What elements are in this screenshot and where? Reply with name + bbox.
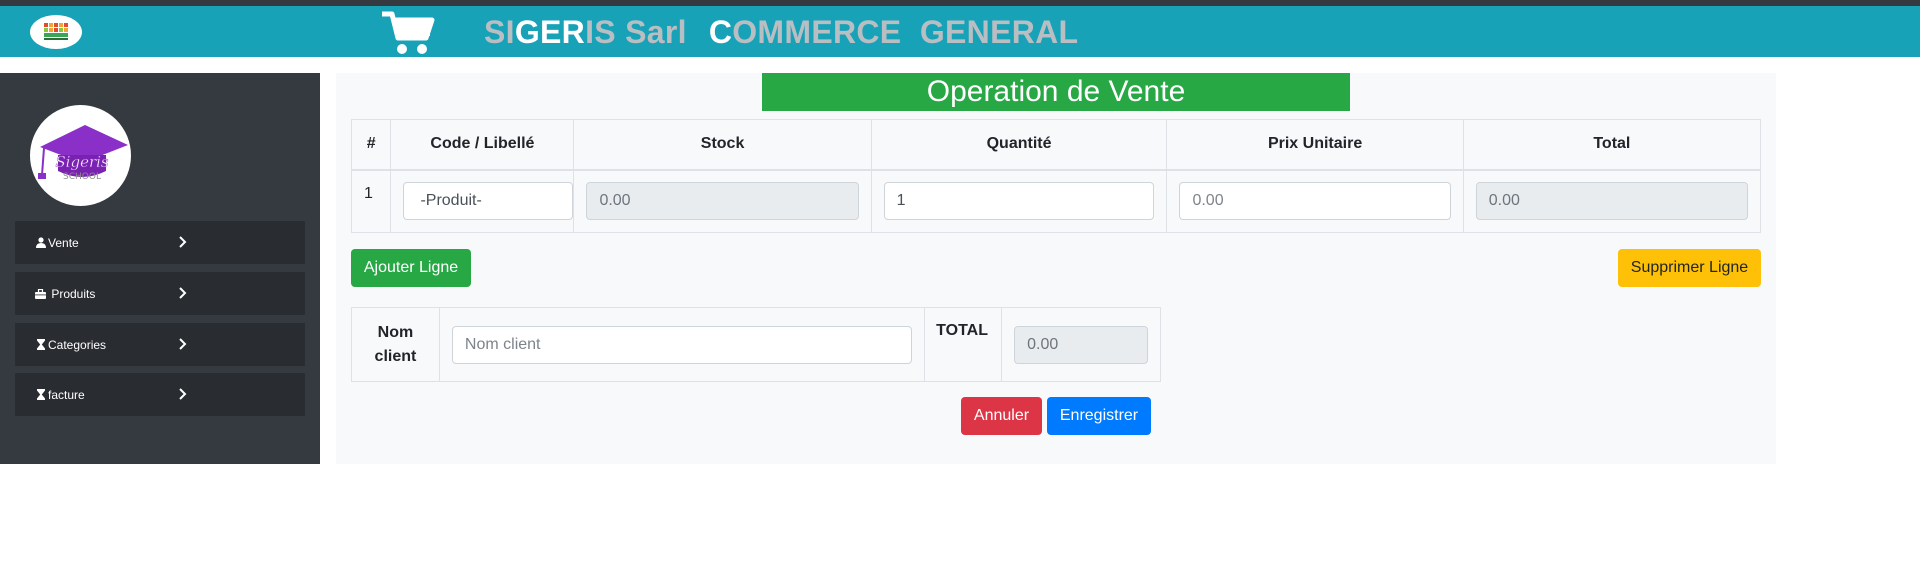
total-label: TOTAL — [924, 307, 1003, 382]
col-header-code: Code / Libellé — [390, 119, 575, 171]
chevron-right-icon — [175, 286, 189, 300]
line-total-field: 0.00 — [1475, 182, 1748, 221]
client-label: Nom — [377, 323, 414, 341]
shopping-cart-icon — [380, 10, 436, 56]
sidebar-item-facture[interactable]: facture — [15, 373, 305, 416]
sigeris-logo-icon[interactable] — [30, 15, 82, 49]
quantite-input[interactable]: 1 — [883, 182, 1155, 221]
hourglass-icon — [35, 389, 46, 400]
briefcase-icon — [35, 288, 46, 299]
stock-cell: 0.00 — [573, 169, 872, 233]
client-label-cell: Nom client — [351, 307, 440, 382]
brand-part: IS Sarl — [585, 14, 687, 50]
table-row: 1 -Produit- 0.00 1 0.00 0.00 — [350, 169, 1762, 233]
quantite-cell: 1 — [870, 169, 1168, 233]
brand-part: C — [708, 14, 733, 50]
stock-field: 0.00 — [586, 182, 859, 221]
user-icon — [35, 237, 46, 248]
save-button[interactable]: Enregistrer — [1047, 397, 1151, 435]
prix-cell: 0.00 — [1166, 169, 1464, 233]
page-title: Operation de Vente — [762, 73, 1350, 111]
chevron-right-icon — [175, 337, 189, 351]
client-input-cell: Nom client — [438, 307, 926, 382]
hourglass-icon — [35, 339, 46, 350]
sidebar-item-label: Categories — [48, 337, 107, 352]
grand-total-cell: 0.00 — [1001, 307, 1161, 382]
client-label: client — [374, 347, 417, 365]
grand-total-field: 0.00 — [1014, 325, 1148, 364]
cancel-button[interactable]: Annuler — [961, 397, 1042, 435]
sidebar-item-vente[interactable]: Vente — [15, 221, 305, 264]
delete-line-button[interactable]: Supprimer Ligne — [1618, 249, 1761, 287]
chevron-right-icon — [175, 387, 189, 401]
sidebar-item-label: facture — [48, 387, 85, 402]
sidebar-item-categories[interactable]: Categories — [15, 323, 305, 366]
product-cell: -Produit- — [390, 169, 575, 233]
brand-part: GER — [514, 14, 586, 50]
sidebar-item-produits[interactable]: Produits — [15, 272, 305, 315]
col-header-total: Total — [1462, 119, 1762, 171]
col-header-prix: Prix Unitaire — [1166, 119, 1464, 171]
brand-title: SIGERIS Sarl COMMERCE GENERAL — [484, 14, 1078, 51]
client-name-input[interactable]: Nom client — [451, 325, 913, 364]
col-header-stock: Stock — [573, 119, 872, 171]
avatar: Sigeris SCHOOL — [30, 105, 131, 206]
col-header-quantite: Quantité — [870, 119, 1168, 171]
sidebar-item-label: Produits — [48, 286, 96, 301]
avatar-subtext: SCHOOL — [63, 172, 101, 182]
client-table: Nom client Nom client TOTAL 0.00 — [351, 307, 1161, 382]
header-bar: SIGERIS Sarl COMMERCE GENERAL — [0, 6, 1920, 57]
total-cell: 0.00 — [1462, 169, 1762, 233]
brand-part: OMMERCE GENERAL — [732, 14, 1079, 50]
sale-lines-table: # Code / Libellé Stock Quantité Prix Uni… — [350, 119, 1762, 233]
col-header-num: # — [350, 119, 392, 171]
row-number: 1 — [350, 169, 392, 233]
brand-part: SI — [484, 14, 515, 50]
add-line-button[interactable]: Ajouter Ligne — [351, 249, 471, 287]
prix-unitaire-input[interactable]: 0.00 — [1179, 182, 1451, 221]
avatar-text: Sigeris — [55, 153, 109, 171]
sidebar-item-label: Vente — [48, 235, 79, 250]
sidebar: Sigeris SCHOOL Vente Produits Categories… — [0, 73, 320, 464]
product-select[interactable]: -Produit- — [403, 182, 574, 221]
chevron-right-icon — [175, 235, 189, 249]
